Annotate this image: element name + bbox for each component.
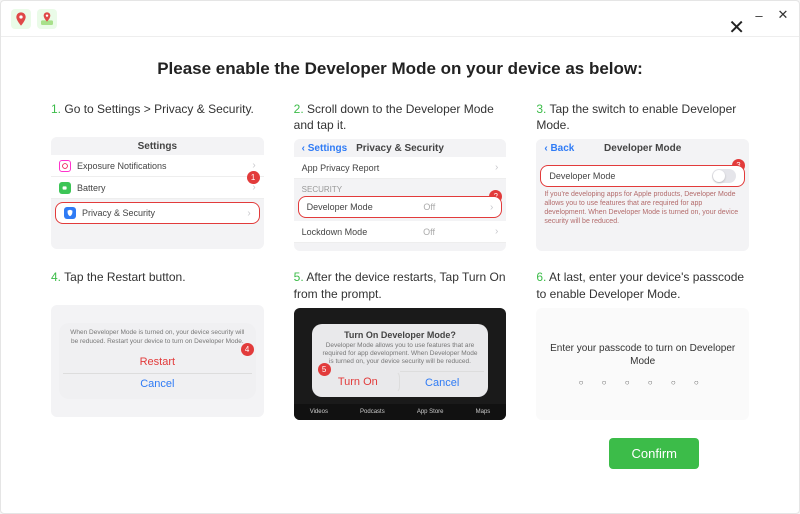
minimize-button[interactable]: – xyxy=(751,7,767,23)
step-1-mock: Settings Exposure Notifications› Battery… xyxy=(51,137,264,249)
app-icon-1 xyxy=(11,9,31,29)
mock4-restart: Restart xyxy=(65,351,250,373)
mock4-alert: When Developer Mode is turned on, your d… xyxy=(59,323,256,398)
mock5-cancel: Cancel xyxy=(400,371,484,393)
badge-5: 5 xyxy=(318,363,331,376)
step-2: 2. Scroll down to the Developer Mode and… xyxy=(294,101,507,251)
step-5-label: 5. After the device restarts, Tap Turn O… xyxy=(294,269,507,301)
step-4-label: 4. Tap the Restart button. xyxy=(51,269,264,299)
mock2-section: SECURITY xyxy=(294,179,507,196)
mock6-text: Enter your passcode to turn on Developer… xyxy=(536,342,749,368)
mock2-header: ‹ SettingsPrivacy & Security xyxy=(294,139,507,157)
step-3-mock: ‹ BackDeveloper Mode 3 Developer Mode If… xyxy=(536,139,749,251)
step-6-label: 6. At last, enter your device's passcode… xyxy=(536,269,749,301)
toggle-icon xyxy=(712,169,736,183)
dialog-window: – ✕ ✕ Please enable the Developer Mode o… xyxy=(0,0,800,514)
window-controls: – ✕ xyxy=(751,7,791,23)
mock3-back: ‹ Back xyxy=(544,143,574,154)
step-6-mock: Enter your passcode to turn on Developer… xyxy=(536,308,749,420)
mock4-text: When Developer Mode is turned on, your d… xyxy=(63,329,252,350)
mock2-row-appreport: App Privacy Report› xyxy=(294,157,507,179)
mock6-dots: ○ ○ ○ ○ ○ ○ xyxy=(536,378,749,387)
step-4: 4. Tap the Restart button. When Develope… xyxy=(51,269,264,419)
mock1-header: Settings xyxy=(51,137,264,155)
mock5-alert: Turn On Developer Mode? Developer Mode a… xyxy=(312,324,489,397)
badge-4: 4 xyxy=(241,343,254,356)
mock1-row-privacy: Privacy & Security› xyxy=(55,202,260,224)
step-3: 3. Tap the switch to enable Developer Mo… xyxy=(536,101,749,251)
step-2-label: 2. Scroll down to the Developer Mode and… xyxy=(294,101,507,133)
step-5-mock: Turn On Developer Mode? Developer Mode a… xyxy=(294,308,507,420)
step-5: 5. After the device restarts, Tap Turn O… xyxy=(294,269,507,419)
mock4-cancel: Cancel xyxy=(63,373,252,395)
mock2-row-devmode: Developer ModeOff› xyxy=(298,196,503,218)
mock3-fineprint: If you're developing apps for Apple prod… xyxy=(536,187,749,230)
mock3-header: ‹ BackDeveloper Mode xyxy=(536,139,749,157)
step-6: 6. At last, enter your device's passcode… xyxy=(536,269,749,419)
mock1-row-exposure: Exposure Notifications› xyxy=(51,155,264,177)
close-window-button[interactable]: ✕ xyxy=(775,7,791,23)
mock2-row-lockdown: Lockdown ModeOff› xyxy=(294,221,507,243)
dialog-close-button[interactable]: ✕ xyxy=(728,15,745,40)
mock3-row-devmode: Developer Mode xyxy=(540,165,745,187)
mock2-back: ‹ Settings xyxy=(302,143,348,154)
confirm-button[interactable]: Confirm xyxy=(609,438,699,469)
mock5-text: Developer Mode allows you to use feature… xyxy=(316,342,485,371)
topbar: – ✕ ✕ xyxy=(1,1,799,37)
step-4-mock: When Developer Mode is turned on, your d… xyxy=(51,305,264,417)
step-2-mock: ‹ SettingsPrivacy & Security App Privacy… xyxy=(294,139,507,251)
dialog-title: Please enable the Developer Mode on your… xyxy=(51,59,749,79)
app-icon-2 xyxy=(37,9,57,29)
mock1-row-battery: Battery› xyxy=(51,177,264,199)
step-3-label: 3. Tap the switch to enable Developer Mo… xyxy=(536,101,749,133)
mock5-title: Turn On Developer Mode? xyxy=(316,330,485,340)
badge-1: 1 xyxy=(247,171,260,184)
mock5-tabbar: VideosPodcastsApp StoreMaps xyxy=(294,404,507,420)
step-1: 1. Go to Settings > Privacy & Security. … xyxy=(51,101,264,251)
step-1-label: 1. Go to Settings > Privacy & Security. xyxy=(51,101,264,131)
steps-grid: 1. Go to Settings > Privacy & Security. … xyxy=(51,101,749,420)
